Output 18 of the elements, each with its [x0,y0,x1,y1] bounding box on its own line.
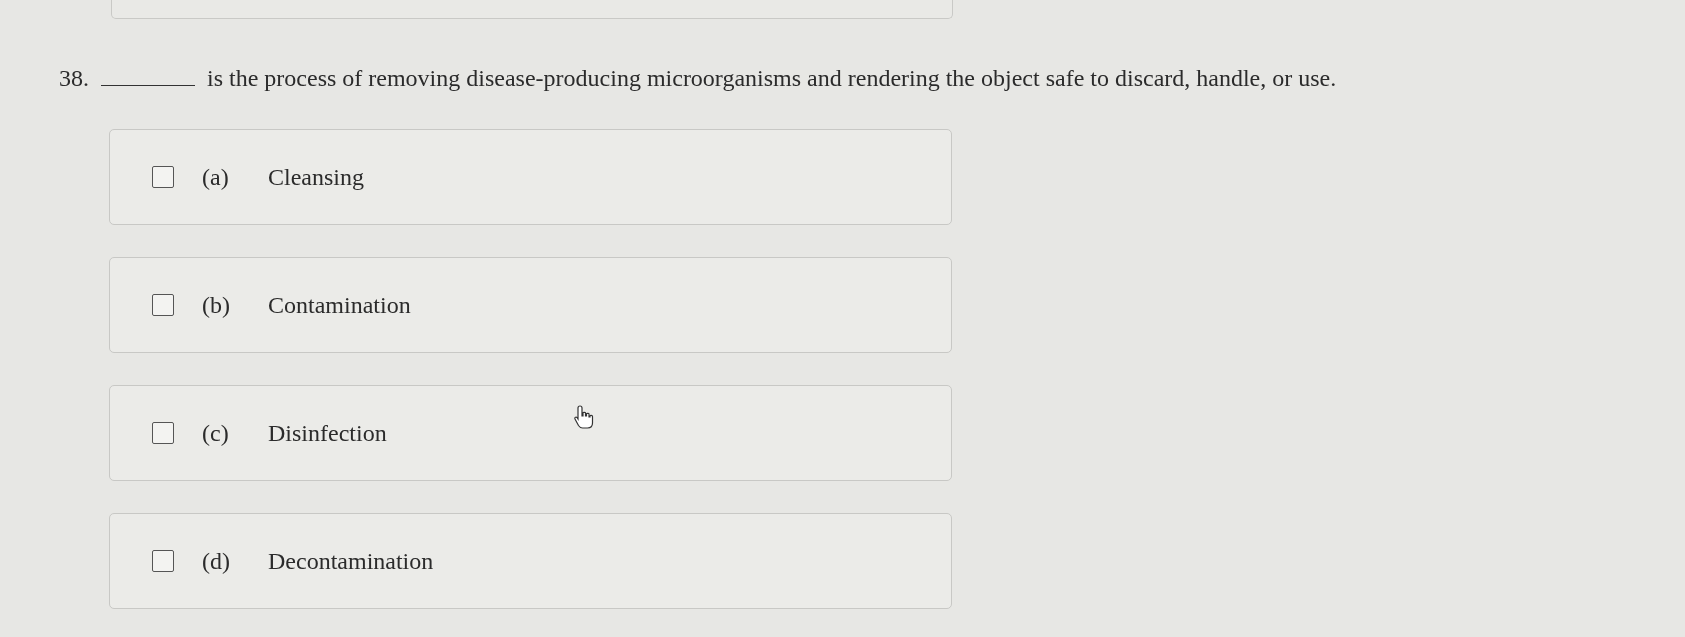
checkbox[interactable] [152,166,174,188]
option-letter: (d) [202,547,231,576]
checkbox[interactable] [152,550,174,572]
answer-option[interactable]: (a) Cleansing [109,129,952,225]
option-letter: (c) [202,419,230,448]
option-text: Contamination [268,291,411,320]
question-text: is the process of removing disease-producing microorganisms and rendering the object safe to discard, handle, or use. [207,64,1337,93]
answer-option[interactable]: (d) Decontamination [109,513,952,609]
option-text: Disinfection [268,419,387,448]
answer-option[interactable]: (c) Disinfection [109,385,952,481]
answer-option[interactable]: (b) Contamination [109,257,952,353]
option-text: Cleansing [268,163,364,192]
option-letter: (a) [202,163,230,192]
checkbox[interactable] [152,294,174,316]
checkbox[interactable] [152,422,174,444]
question-number: 38. [59,64,89,93]
option-letter: (b) [202,291,231,320]
option-text: Decontamination [268,547,434,576]
